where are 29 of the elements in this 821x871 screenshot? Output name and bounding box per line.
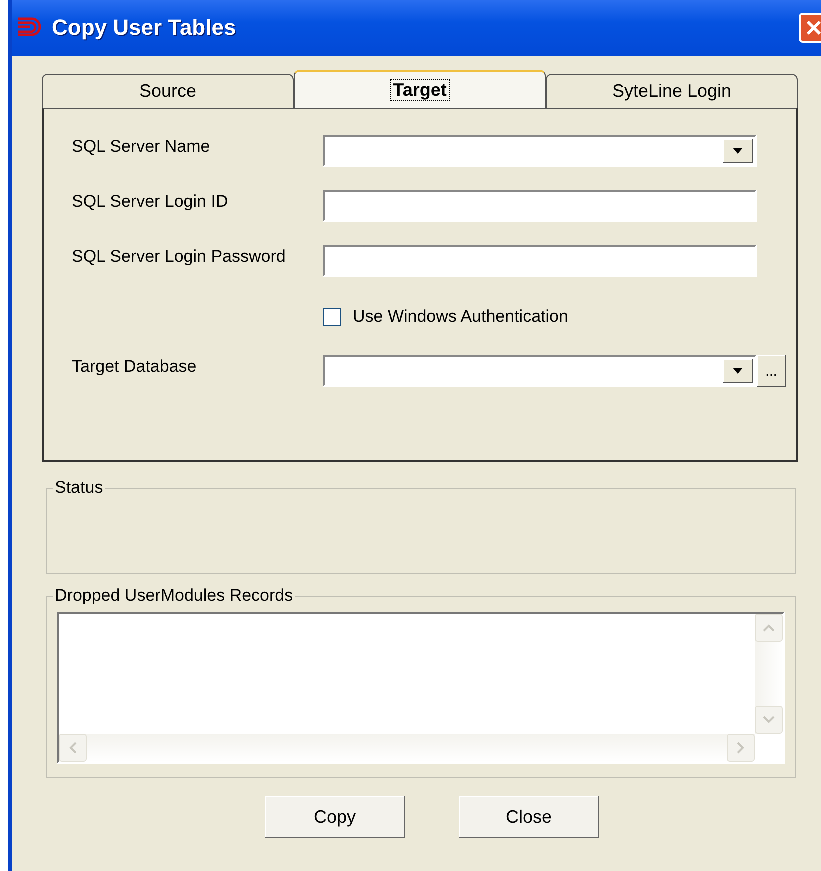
close-icon xyxy=(805,19,821,37)
group-label: Status xyxy=(54,478,104,498)
dropdown-field[interactable] xyxy=(323,355,757,387)
tab[interactable]: Source xyxy=(42,74,294,108)
dropdown-button[interactable] xyxy=(723,359,753,383)
dialog-button[interactable]: Close xyxy=(459,796,599,838)
browse-button[interactable]: ... xyxy=(757,355,786,387)
close-button[interactable] xyxy=(799,13,821,43)
field-label: SQL Server Login ID xyxy=(72,192,230,212)
dialog-button[interactable]: Copy xyxy=(265,796,405,838)
caret-icon xyxy=(733,148,743,154)
field-label: SQL Server Name xyxy=(72,137,212,157)
checkbox-label: Use Windows Authentication xyxy=(353,307,568,327)
chevron-right-icon xyxy=(737,742,745,754)
group-label: Dropped UserModules Records xyxy=(54,586,294,606)
tab[interactable]: SyteLine Login xyxy=(546,74,798,108)
chevron-down-icon xyxy=(763,716,775,724)
dropdown-button[interactable] xyxy=(723,139,753,163)
field-label: SQL Server Login Password xyxy=(72,247,287,267)
checkbox[interactable] xyxy=(323,308,341,326)
input-field[interactable] xyxy=(323,245,757,277)
window-title: Copy User Tables xyxy=(52,15,238,41)
tab[interactable]: Target xyxy=(294,70,546,108)
chevron-left-icon xyxy=(69,742,77,754)
caret-icon xyxy=(733,368,743,374)
chevron-up-icon xyxy=(763,624,775,632)
input-field[interactable] xyxy=(323,190,757,222)
field-label: Target Database xyxy=(72,357,198,377)
dropdown-field[interactable] xyxy=(323,135,757,167)
